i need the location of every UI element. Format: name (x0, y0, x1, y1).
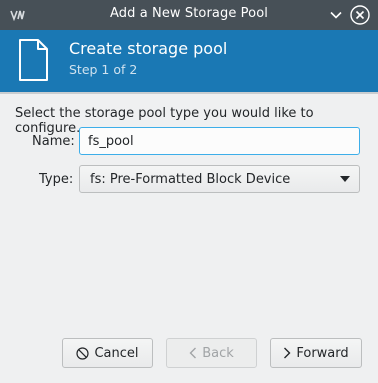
close-icon[interactable] (350, 5, 370, 25)
dropdown-arrow-icon (340, 176, 350, 182)
pool-type-dropdown[interactable]: fs: Pre-Formatted Block Device (79, 165, 360, 193)
wizard-step: Step 1 of 2 (69, 62, 138, 77)
cancel-icon (76, 346, 90, 360)
type-label: Type: (39, 172, 74, 187)
pool-name-input[interactable] (79, 127, 360, 155)
window-title: Add a New Storage Pool (110, 6, 268, 21)
chevron-down-icon[interactable] (328, 7, 344, 23)
forward-button[interactable]: Forward (270, 338, 362, 368)
wizard-title: Create storage pool (69, 39, 228, 58)
dialog-window: Add a New Storage Pool Create storage po… (0, 0, 378, 383)
title-bar[interactable]: Add a New Storage Pool (0, 0, 378, 30)
back-label: Back (202, 345, 234, 361)
forward-label: Forward (296, 345, 349, 361)
name-label: Name: (32, 134, 75, 149)
header-divider (0, 92, 378, 94)
chevron-right-icon (284, 347, 291, 359)
cancel-button[interactable]: Cancel (62, 338, 153, 368)
wizard-header: Create storage pool Step 1 of 2 (0, 30, 378, 92)
document-icon (19, 39, 48, 81)
chevron-left-icon (189, 347, 197, 359)
pool-type-value: fs: Pre-Formatted Block Device (90, 172, 291, 187)
back-button[interactable]: Back (166, 338, 257, 368)
cancel-label: Cancel (94, 345, 139, 361)
